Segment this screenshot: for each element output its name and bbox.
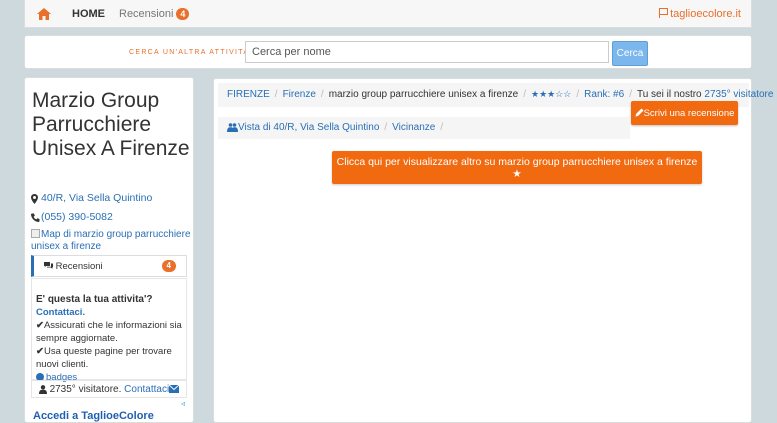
user-icon [38,384,47,394]
search-input[interactable] [245,41,609,63]
owner-question: E' questa la tua attivita'? [36,294,153,305]
breadcrumb-separator: / [629,89,632,100]
flag-icon [659,8,669,18]
pencil-icon [635,108,644,117]
search-button[interactable]: Cerca [612,41,648,66]
ad-box[interactable]: ◃ Accedi a TaglioeColore come Salone di … [31,398,187,422]
ad-link[interactable]: Accedi a TaglioeColore come Salone di Be… [33,409,183,422]
check-icon: ✔ [36,320,44,331]
write-review-button[interactable]: Scrivi una recensione [631,101,738,125]
street-view-label: Vista di 40/R, Via Sella Quintino [238,122,380,133]
owner-line-2-text: Usa queste pagine per trovare nuovi clie… [36,346,172,370]
visitor-count-link[interactable]: 2735° visitatore [704,89,773,100]
users-icon [227,123,238,132]
breadcrumb-separator: / [576,89,580,100]
comments-icon [44,262,53,270]
breadcrumb-separator: / [440,122,444,133]
nav-reviews-count-badge: 4 [176,8,190,20]
contact-link[interactable]: Contattaci. [36,307,85,318]
breadcrumb-region[interactable]: FIRENZE [227,89,270,100]
show-more-button[interactable]: Clicca qui per visualizzare altro su mar… [332,151,702,184]
owner-line-2: ✔Usa queste pagine per trovare nuovi cli… [36,345,183,371]
visitors-text: 2735° visitatore. [49,384,122,395]
breadcrumb-separator: / [320,89,324,100]
phone-row: (055) 390-5082 [31,211,113,223]
rank-link[interactable]: Rank: #6 [584,89,624,100]
nav-home-link[interactable]: HOME [72,8,105,20]
brand-link[interactable]: taglioecolore.it [659,8,741,20]
sidebar-reviews-label: Recensioni [55,261,103,272]
top-navbar: HOME Recensioni 4 taglioecolore.it [24,0,752,28]
business-sidebar: Marzio Group Parrucchiere Unisex A Firen… [24,77,194,423]
address-row: 40/R, Via Sella Quintino [31,192,152,204]
rating-stars: ★★★☆☆ [531,89,572,99]
map-image[interactable]: Map di marzio group parrucchiere unisex … [31,229,191,253]
owner-claim-box: E' questa la tua attivita'? Contattaci. … [31,278,187,383]
search-label: CERCA UN'ALTRA ATTIVITA': [129,49,256,56]
visitors-contact-label: Contattaci [124,384,170,395]
address-link[interactable]: 40/R, Via Sella Quintino [41,192,152,204]
envelope-icon [169,385,180,394]
map-alt-text: Map di marzio group parrucchiere unisex … [31,229,191,252]
breadcrumb-separator: / [384,122,388,133]
sidebar-reviews-tab[interactable]: Recensioni 4 [31,255,187,277]
location-breadcrumb: Vista di 40/R, Via Sella Quintino / Vicina… [218,117,630,139]
nav-reviews-label: Recensioni [119,8,174,20]
breadcrumb-city[interactable]: Firenze [283,89,316,100]
sidebar-reviews-count-badge: 4 [161,260,176,272]
nearby-link[interactable]: Vicinanze [392,122,435,133]
owner-line-1-text: Assicurati che le informazioni sia sempr… [36,320,182,344]
sidebar-reviews-row: Recensioni [44,261,103,272]
write-review-label: Scrivi una recensione [643,107,735,119]
owner-line-1: ✔Assicurati che le informazioni sia semp… [36,319,183,345]
business-name: Marzio Group Parrucchiere Unisex A Firen… [32,89,190,160]
adchoices-icon[interactable]: ◃ [181,399,185,408]
brand-text: taglioecolore.it [670,8,741,20]
check-icon: ✔ [36,346,44,357]
breadcrumb-business: marzio group parrucchiere unisex a firen… [328,89,519,100]
home-icon[interactable] [37,8,51,21]
broken-image-icon [31,229,40,238]
nav-reviews-link[interactable]: Recensioni 4 [119,8,190,20]
phone-icon [31,212,40,223]
phone-link[interactable]: (055) 390-5082 [41,211,113,223]
visitors-contact-link[interactable]: Contattaci [124,384,180,395]
street-view-link[interactable]: Vista di 40/R, Via Sella Quintino [227,122,379,133]
breadcrumb-separator: / [523,89,527,100]
main-panel: FIRENZE / Firenze / marzio group parrucchier… [213,78,777,423]
map-marker-icon [31,193,40,204]
search-bar: CERCA UN'ALTRA ATTIVITA': Cerca [24,35,752,69]
visitors-row: 2735° visitatore. Contattaci [31,380,187,398]
breadcrumb-separator: / [274,89,278,100]
visitor-prefix: Tu sei il nostro [636,89,702,100]
